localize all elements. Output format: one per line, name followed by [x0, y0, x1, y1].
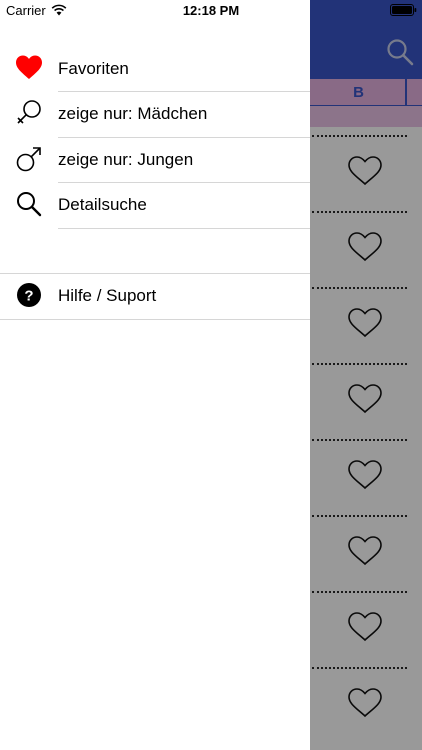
side-menu-drawer: Favoriten zeige nur: Mädchen zeige nur: …: [0, 0, 310, 750]
female-symbol-icon: [17, 100, 41, 124]
menu-item-label: Detailsuche: [58, 195, 147, 214]
menu-item-label: Favoriten: [58, 59, 129, 78]
heart-filled-icon: [16, 55, 42, 79]
menu-item-detail-search[interactable]: Detailsuche: [0, 182, 310, 228]
menu-item-girls[interactable]: zeige nur: Mädchen: [0, 91, 310, 137]
menu-item-label: zeige nur: Mädchen: [58, 104, 208, 123]
menu-item-label: zeige nur: Jungen: [58, 150, 194, 169]
menu-item-label: Hilfe / Suport: [58, 286, 157, 305]
menu-item-boys[interactable]: zeige nur: Jungen: [0, 137, 310, 183]
battery-icon: [390, 4, 417, 16]
menu-item-help[interactable]: ? Hilfe / Suport: [0, 273, 310, 319]
status-bar: Carrier 12:18 PM: [0, 0, 422, 20]
menu-divider: [58, 228, 310, 229]
search-icon: [17, 192, 42, 217]
section-divider: [0, 319, 310, 320]
question-circle-icon: ?: [17, 283, 41, 307]
svg-text:?: ?: [24, 288, 33, 305]
status-time: 12:18 PM: [182, 3, 240, 18]
menu-item-favorites[interactable]: Favoriten: [0, 46, 310, 92]
male-symbol-icon: [16, 147, 41, 172]
